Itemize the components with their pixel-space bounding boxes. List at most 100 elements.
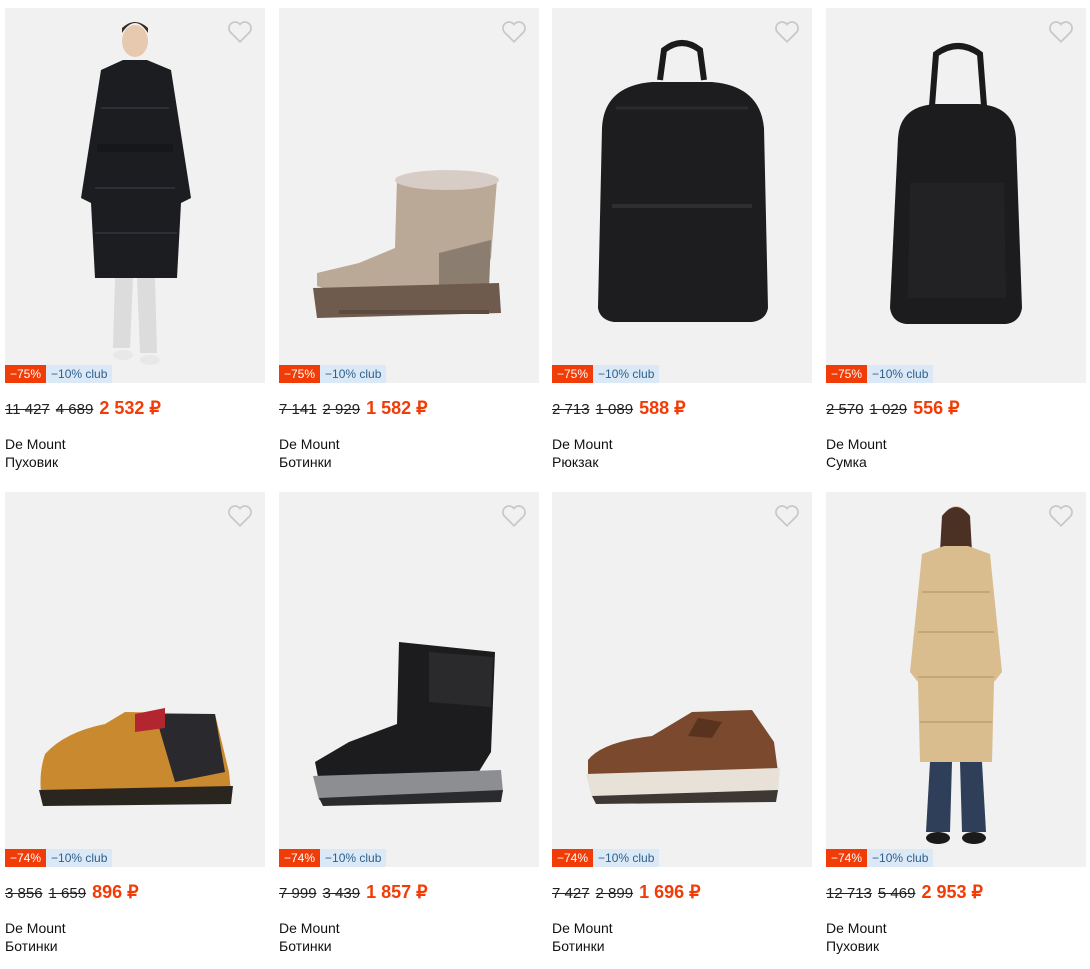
brand-name[interactable]: De Mount [5, 436, 66, 452]
price-row: 7 427 2 899 1 696 ₽ [552, 882, 701, 906]
badges: −74% −10% club [5, 849, 113, 867]
price-row: 7 999 3 439 1 857 ₽ [279, 882, 428, 906]
product-image[interactable]: −74% −10% club [279, 492, 539, 867]
product-card[interactable]: −74% −10% club 7 999 3 439 1 857 ₽ De Mo… [279, 492, 539, 962]
brand-name[interactable]: De Mount [279, 920, 340, 936]
price-row: 2 713 1 089 588 ₽ [552, 398, 686, 422]
badges: −74% −10% club [279, 849, 387, 867]
product-type[interactable]: Ботинки [279, 938, 332, 954]
discount-badge: −74% [826, 849, 868, 867]
old-price: 2 570 [826, 401, 864, 418]
heart-outline-icon[interactable] [501, 20, 527, 44]
product-photo-backpack [552, 8, 812, 383]
club-badge: −10% club [320, 849, 387, 867]
brand-name[interactable]: De Mount [826, 920, 887, 936]
current-price: 896 ₽ [92, 882, 139, 902]
old-price: 12 713 [826, 885, 872, 902]
club-badge: −10% club [867, 365, 934, 383]
badges: −75% −10% club [826, 365, 934, 383]
discount-badge: −75% [5, 365, 47, 383]
previous-price: 4 689 [55, 401, 94, 418]
heart-outline-icon[interactable] [774, 20, 800, 44]
product-photo-kids-boot [5, 492, 265, 867]
previous-price: 5 469 [877, 885, 916, 902]
badges: −74% −10% club [826, 849, 934, 867]
brand-name[interactable]: De Mount [552, 920, 613, 936]
product-card[interactable]: −75% −10% club 2 713 1 089 588 ₽ De Moun… [552, 8, 812, 478]
old-price: 11 427 [5, 401, 50, 418]
price-row: 7 141 2 929 1 582 ₽ [279, 398, 428, 422]
product-image[interactable]: −75% −10% club [826, 8, 1086, 383]
heart-outline-icon[interactable] [227, 504, 253, 528]
product-type[interactable]: Пуховик [826, 938, 879, 954]
product-image[interactable]: −75% −10% club [279, 8, 539, 383]
badges: −75% −10% club [5, 365, 113, 383]
heart-outline-icon[interactable] [501, 504, 527, 528]
product-type[interactable]: Сумка [826, 454, 867, 470]
discount-badge: −74% [279, 849, 321, 867]
badges: −75% −10% club [279, 365, 387, 383]
brand-name[interactable]: De Mount [552, 436, 613, 452]
old-price: 2 713 [552, 401, 590, 418]
product-card[interactable]: −75% −10% club 7 141 2 929 1 582 ₽ De Mo… [279, 8, 539, 478]
price-row: 2 570 1 029 556 ₽ [826, 398, 960, 422]
product-photo-winter-boot [279, 492, 539, 867]
discount-badge: −74% [552, 849, 594, 867]
previous-price: 2 899 [595, 885, 634, 902]
previous-price: 1 659 [48, 885, 87, 902]
product-card[interactable]: −75% −10% club 11 427 4 689 2 532 ₽ De M… [5, 8, 265, 478]
brand-name[interactable]: De Mount [826, 436, 887, 452]
current-price: 588 ₽ [639, 398, 686, 418]
current-price: 1 696 ₽ [639, 882, 701, 902]
product-image[interactable]: −74% −10% club [5, 492, 265, 867]
discount-badge: −75% [552, 365, 594, 383]
previous-price: 3 439 [322, 885, 361, 902]
heart-outline-icon[interactable] [227, 20, 253, 44]
product-card[interactable]: −74% −10% club 12 713 5 469 2 953 ₽ De M… [826, 492, 1086, 962]
old-price: 7 427 [552, 885, 590, 902]
product-card[interactable]: −74% −10% club 7 427 2 899 1 696 ₽ De Mo… [552, 492, 812, 962]
brand-name[interactable]: De Mount [5, 920, 66, 936]
heart-outline-icon[interactable] [1048, 504, 1074, 528]
discount-badge: −75% [279, 365, 321, 383]
product-type[interactable]: Рюкзак [552, 454, 598, 470]
club-badge: −10% club [46, 849, 113, 867]
current-price: 2 953 ₽ [921, 882, 983, 902]
product-photo-down-coat [5, 8, 265, 383]
previous-price: 1 089 [595, 401, 634, 418]
current-price: 1 582 ₽ [366, 398, 428, 418]
club-badge: −10% club [593, 365, 660, 383]
brand-name[interactable]: De Mount [279, 436, 340, 452]
product-photo-low-boot [552, 492, 812, 867]
product-grid: −75% −10% club 11 427 4 689 2 532 ₽ De M… [0, 0, 1090, 969]
old-price: 7 999 [279, 885, 317, 902]
previous-price: 1 029 [869, 401, 908, 418]
product-photo-suede-boot [279, 8, 539, 383]
price-row: 3 856 1 659 896 ₽ [5, 882, 139, 906]
product-image[interactable]: −74% −10% club [826, 492, 1086, 867]
heart-outline-icon[interactable] [1048, 20, 1074, 44]
discount-badge: −75% [826, 365, 868, 383]
discount-badge: −74% [5, 849, 47, 867]
product-type[interactable]: Ботинки [552, 938, 605, 954]
product-type[interactable]: Пуховик [5, 454, 58, 470]
badges: −75% −10% club [552, 365, 660, 383]
club-badge: −10% club [867, 849, 934, 867]
product-image[interactable]: −74% −10% club [552, 492, 812, 867]
heart-outline-icon[interactable] [774, 504, 800, 528]
old-price: 7 141 [279, 401, 317, 418]
product-image[interactable]: −75% −10% club [5, 8, 265, 383]
old-price: 3 856 [5, 885, 43, 902]
current-price: 556 ₽ [913, 398, 960, 418]
product-image[interactable]: −75% −10% club [552, 8, 812, 383]
product-type[interactable]: Ботинки [279, 454, 332, 470]
badges: −74% −10% club [552, 849, 660, 867]
price-row: 12 713 5 469 2 953 ₽ [826, 882, 983, 906]
product-card[interactable]: −75% −10% club 2 570 1 029 556 ₽ De Moun… [826, 8, 1086, 478]
product-photo-beige-coat [826, 492, 1086, 867]
product-card[interactable]: −74% −10% club 3 856 1 659 896 ₽ De Moun… [5, 492, 265, 962]
club-badge: −10% club [320, 365, 387, 383]
previous-price: 2 929 [322, 401, 361, 418]
price-row: 11 427 4 689 2 532 ₽ [5, 398, 161, 422]
product-type[interactable]: Ботинки [5, 938, 58, 954]
